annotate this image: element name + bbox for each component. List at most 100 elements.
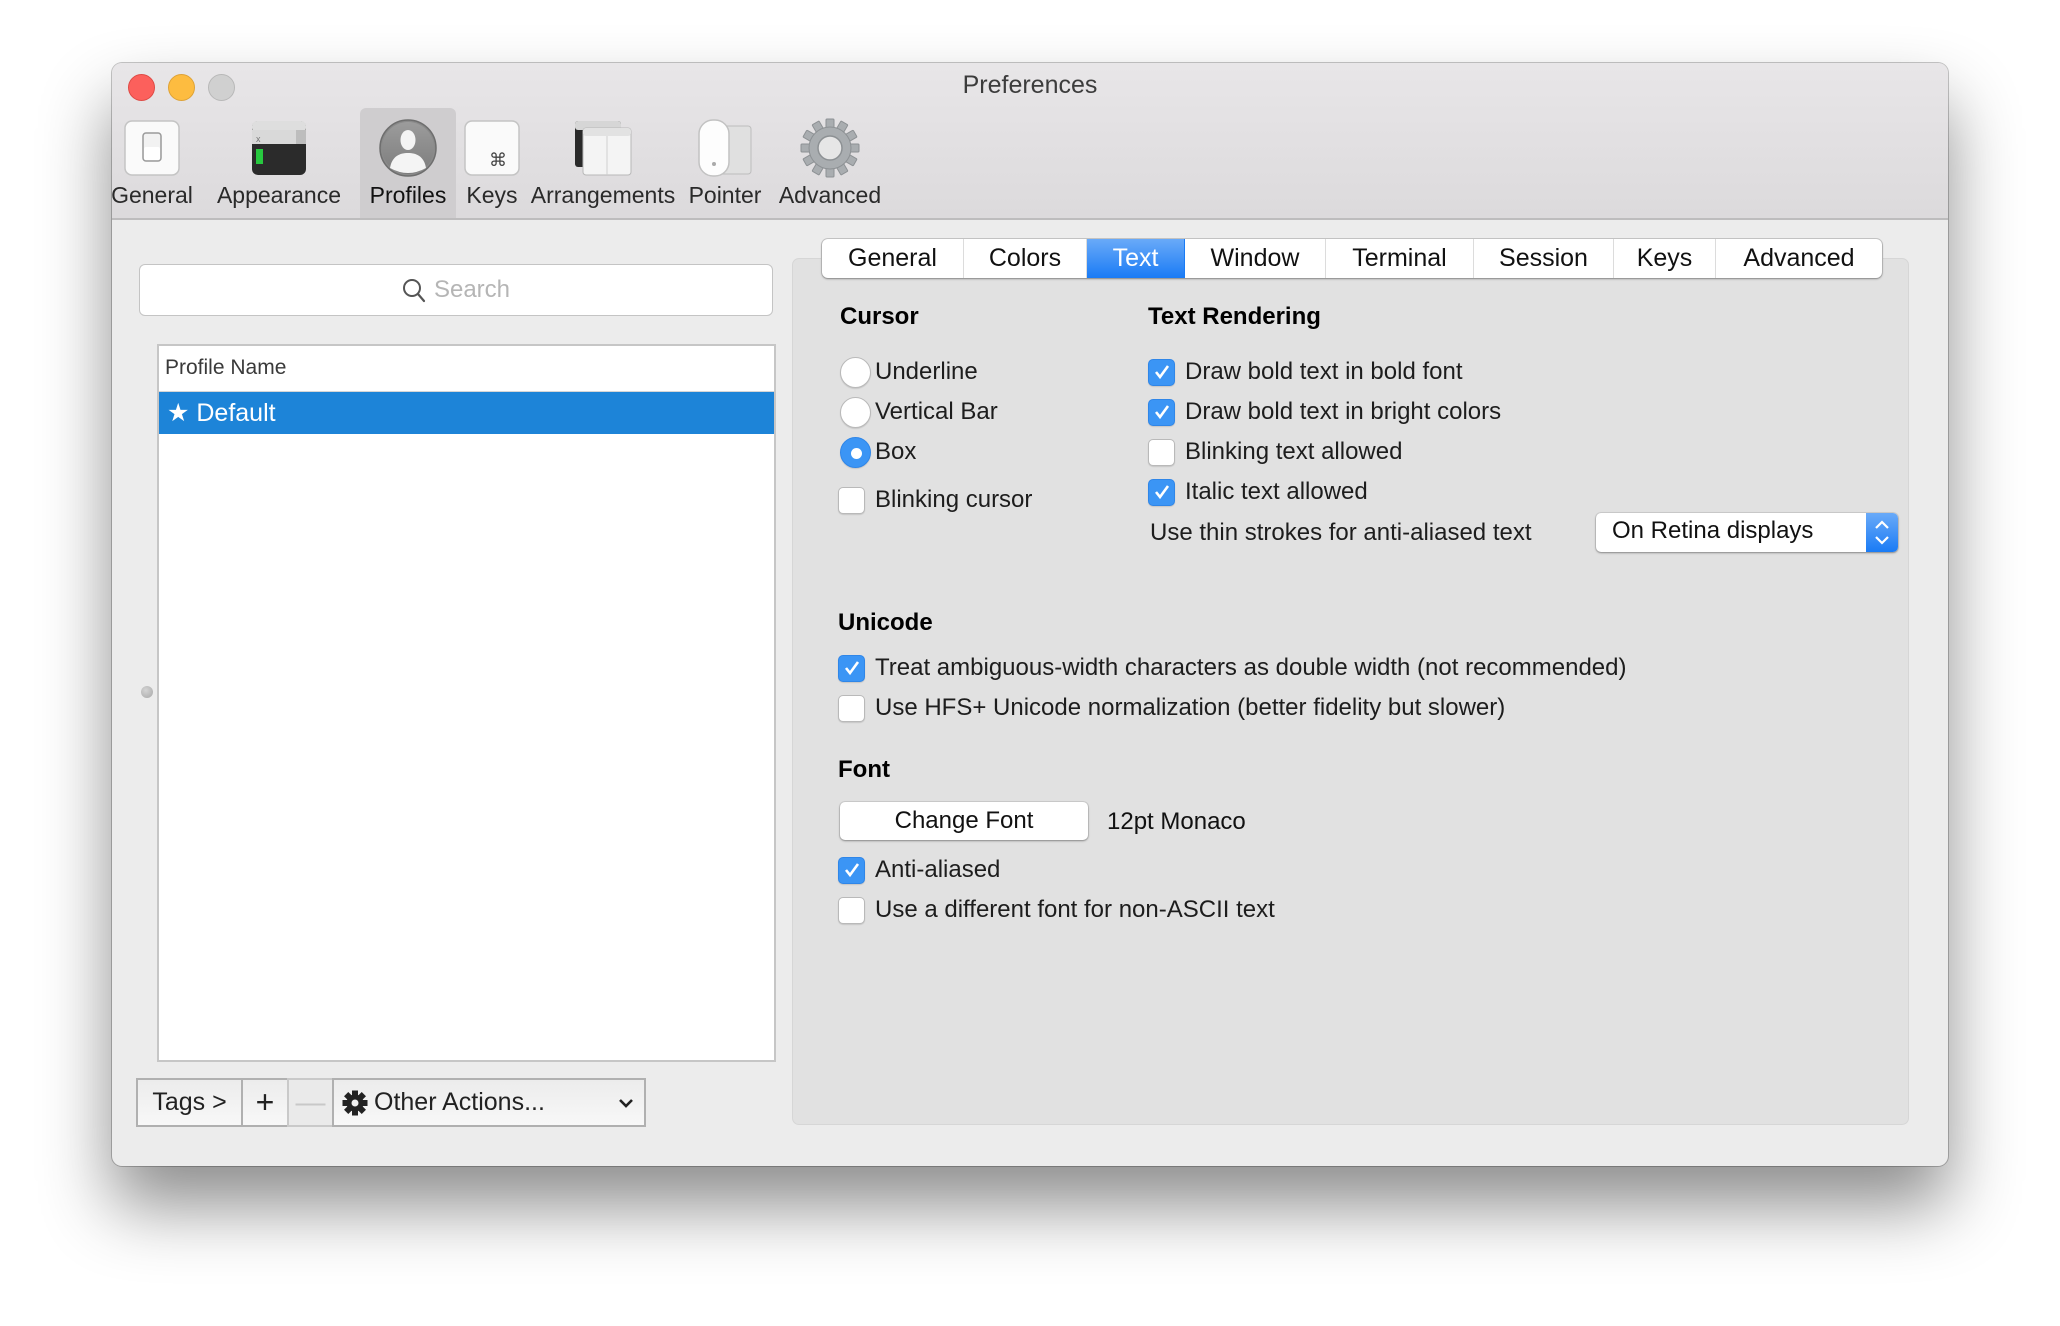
search-icon [402, 278, 426, 302]
checkbox-checked[interactable] [1148, 358, 1175, 386]
hfs-normalization-checkbox[interactable]: Use HFS+ Unicode normalization (better f… [838, 693, 1505, 723]
pointer-mouse-icon [698, 119, 752, 177]
checkmark-icon [1154, 485, 1169, 500]
tab-window[interactable]: Window [1185, 239, 1326, 278]
tab-terminal[interactable]: Terminal [1326, 239, 1474, 278]
toolbar-item-appearance[interactable]: x Appearance [198, 108, 360, 218]
tab-session[interactable]: Session [1474, 239, 1614, 278]
radio-button[interactable] [840, 356, 871, 388]
tab-keys[interactable]: Keys [1614, 239, 1716, 278]
tab-colors[interactable]: Colors [964, 239, 1087, 278]
tags-button[interactable]: Tags > [136, 1078, 243, 1127]
other-actions-label: Other Actions... [374, 1088, 545, 1116]
cursor-vertical-bar-radio[interactable]: Vertical Bar [840, 396, 998, 428]
plus-icon: + [255, 1084, 275, 1120]
profile-tabs: General Colors Text Window Terminal Sess… [822, 239, 1882, 278]
checkbox[interactable] [838, 486, 865, 514]
remove-profile-button: — [287, 1078, 334, 1127]
search-placeholder: Search [433, 276, 511, 303]
up-down-chevron-icon [1875, 520, 1889, 545]
checkbox-label: Treat ambiguous-width characters as doub… [875, 654, 1627, 681]
profile-row-default[interactable]: ★ Default [159, 392, 774, 434]
checkbox-label: Anti-aliased [875, 856, 1001, 883]
toolbar-item-arrangements[interactable]: Arrangements [528, 108, 678, 218]
add-profile-button[interactable]: + [241, 1078, 289, 1127]
checkbox-checked[interactable] [1148, 478, 1175, 506]
ambiguous-width-checkbox[interactable]: Treat ambiguous-width characters as doub… [838, 653, 1626, 683]
anti-aliased-checkbox[interactable]: Anti-aliased [838, 855, 1000, 885]
general-switch-icon [124, 120, 180, 176]
preferences-window: Preferences General x Appearance Profile… [112, 63, 1948, 1166]
column-header-profile-name[interactable]: Profile Name [165, 356, 286, 380]
checkbox-label: Blinking cursor [875, 486, 1033, 513]
chevron-down-icon [619, 1098, 633, 1108]
tab-general[interactable]: General [822, 239, 964, 278]
italic-text-checkbox[interactable]: Italic text allowed [1148, 477, 1368, 507]
cursor-heading: Cursor [840, 303, 919, 330]
current-font-label: 12pt Monaco [1107, 808, 1246, 835]
thin-strokes-label: Use thin strokes for anti-aliased text [1150, 519, 1532, 546]
profiles-user-icon [379, 119, 437, 177]
toolbar-item-profiles[interactable]: Profiles [360, 108, 456, 218]
blinking-text-checkbox[interactable]: Blinking text allowed [1148, 437, 1402, 467]
checkbox[interactable] [838, 896, 865, 924]
radio-label: Underline [875, 358, 978, 385]
cursor-underline-radio[interactable]: Underline [840, 356, 978, 388]
radio-label: Vertical Bar [875, 398, 998, 425]
unicode-heading: Unicode [838, 609, 933, 636]
toolbar-label: Advanced [778, 182, 882, 208]
tab-advanced[interactable]: Advanced [1716, 239, 1882, 278]
toolbar-item-general[interactable]: General [112, 108, 198, 218]
radio-button[interactable] [840, 396, 871, 428]
gear-icon [342, 1090, 368, 1115]
toolbar-label: General [112, 182, 193, 208]
popup-value: On Retina displays [1612, 517, 1814, 544]
checkbox-label: Use a different font for non-ASCII text [875, 896, 1275, 923]
thin-strokes-popup[interactable]: On Retina displays [1596, 513, 1898, 552]
change-font-button[interactable]: Change Font [840, 802, 1088, 840]
popup-stepper [1866, 513, 1898, 552]
checkmark-icon [844, 661, 859, 676]
toolbar-label: Keys [466, 182, 518, 208]
checkbox-checked[interactable] [838, 654, 865, 682]
checkbox-label: Use HFS+ Unicode normalization (better f… [875, 694, 1506, 721]
checkbox[interactable] [838, 694, 865, 722]
checkmark-icon [844, 863, 859, 878]
profile-actions-bar: Tags > + — Other Actions... [136, 1078, 646, 1127]
non-ascii-font-checkbox[interactable]: Use a different font for non-ASCII text [838, 895, 1275, 925]
toolbar-item-advanced[interactable]: Advanced [772, 108, 888, 218]
keys-command-icon: ⌘ [464, 120, 520, 176]
checkmark-icon [1154, 405, 1169, 420]
profile-list: Profile Name ★ Default [157, 344, 776, 1062]
radio-label: Box [875, 438, 917, 465]
checkbox-checked[interactable] [1148, 398, 1175, 426]
radio-button-selected[interactable] [840, 436, 871, 468]
toolbar-label: Appearance [216, 182, 342, 208]
window-title: Preferences [962, 71, 1098, 99]
settings-panel [792, 258, 1909, 1125]
checkbox[interactable] [1148, 438, 1175, 466]
advanced-gear-icon [800, 118, 860, 178]
svg-text:x: x [256, 134, 261, 144]
svg-text:⌘: ⌘ [489, 150, 507, 171]
checkbox-label: Italic text allowed [1185, 478, 1368, 505]
toolbar-label: Arrangements [530, 182, 676, 208]
cursor-box-radio[interactable]: Box [840, 436, 917, 468]
toolbar-item-keys[interactable]: ⌘ Keys [456, 108, 528, 218]
split-view-handle[interactable] [141, 686, 153, 698]
blinking-cursor-checkbox[interactable]: Blinking cursor [838, 485, 1032, 515]
title-bar: Preferences General x Appearance Profile… [112, 63, 1948, 220]
bold-font-checkbox[interactable]: Draw bold text in bold font [1148, 357, 1463, 387]
toolbar-item-pointer[interactable]: Pointer [678, 108, 772, 218]
checkbox-label: Blinking text allowed [1185, 438, 1403, 465]
arrangements-windows-icon [575, 121, 632, 176]
tab-text[interactable]: Text [1087, 239, 1185, 278]
checkbox-checked[interactable] [838, 856, 865, 884]
checkbox-label: Draw bold text in bright colors [1185, 398, 1502, 425]
other-actions-popup[interactable]: Other Actions... [332, 1078, 646, 1127]
bright-colors-checkbox[interactable]: Draw bold text in bright colors [1148, 397, 1501, 427]
toolbar-label: Pointer [688, 182, 762, 208]
appearance-terminal-icon: x [252, 121, 306, 175]
toolbar-label: Profiles [369, 182, 447, 208]
profile-search-input[interactable]: Search [139, 264, 773, 316]
